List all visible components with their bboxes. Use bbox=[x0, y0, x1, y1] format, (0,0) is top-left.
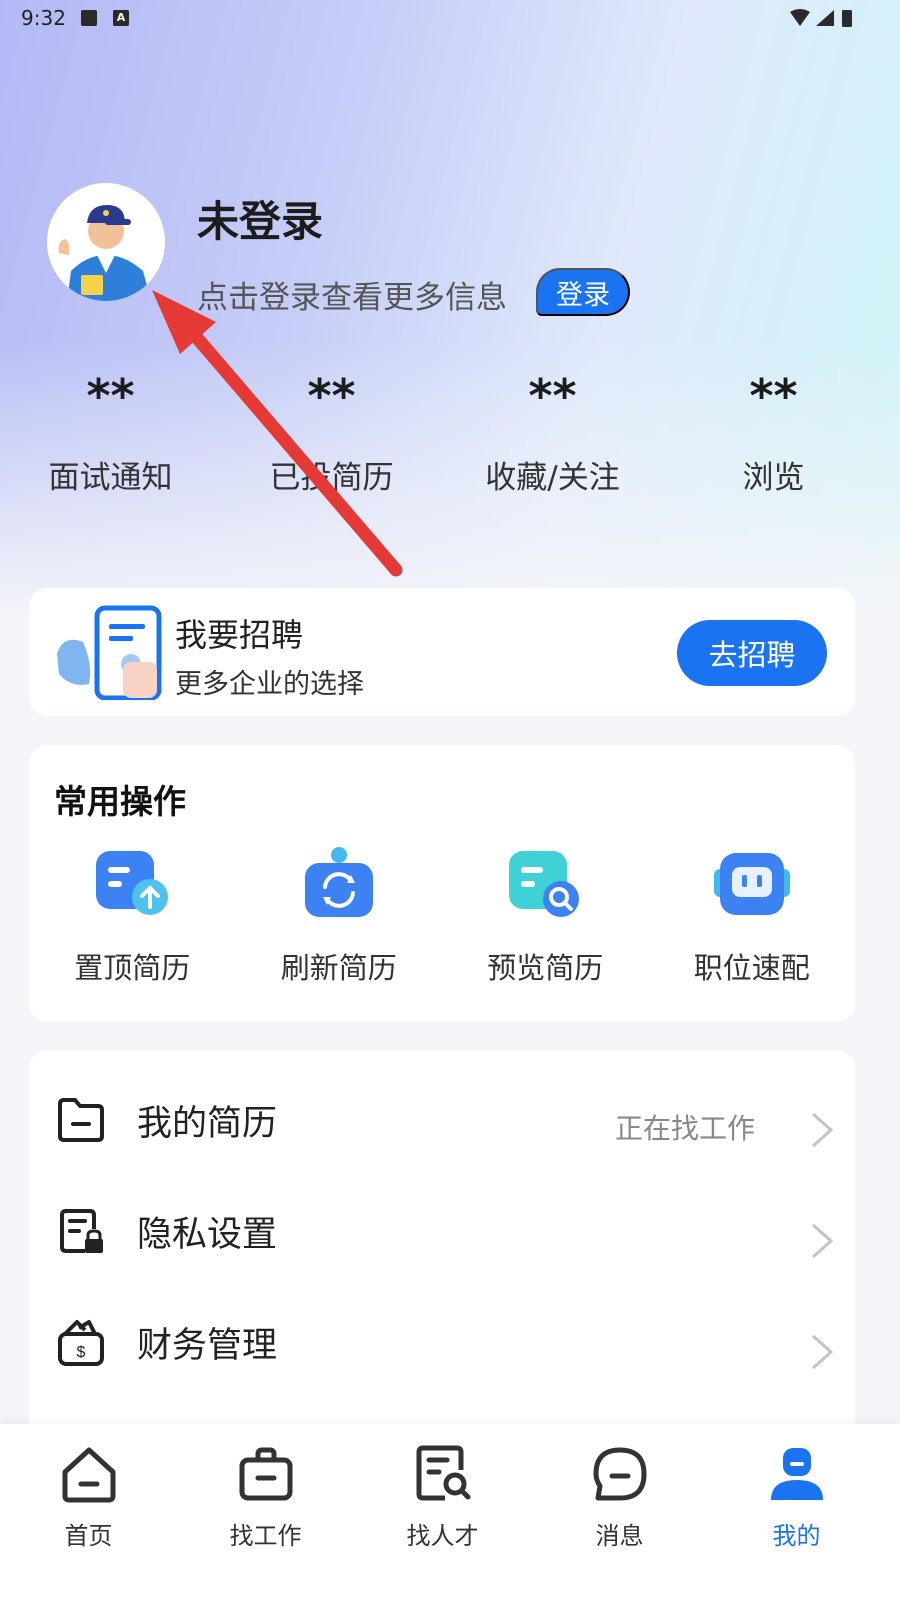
bottom-nav: 首页 找工作 找人才 消息 我的 bbox=[0, 1424, 900, 1600]
folder-icon bbox=[58, 1098, 104, 1142]
message-icon bbox=[593, 1447, 646, 1501]
op-refresh-resume[interactable]: 刷新简历 bbox=[236, 845, 443, 987]
stat-views[interactable]: ** 浏览 bbox=[663, 360, 884, 500]
login-hint[interactable]: 点击登录查看更多信息 bbox=[197, 272, 507, 317]
svg-text:$: $ bbox=[77, 1344, 86, 1361]
nav-label: 首页 bbox=[64, 1522, 113, 1550]
stats-row: ** 面试通知 ** 已投简历 ** 收藏/关注 ** 浏览 bbox=[0, 360, 900, 500]
menu-item-my-resume[interactable]: 我的简历 正在找工作 bbox=[29, 1064, 855, 1174]
menu-item-finance[interactable]: $ 财务管理 bbox=[29, 1286, 855, 1396]
nav-label: 我的 bbox=[772, 1522, 821, 1550]
stat-interview[interactable]: ** 面试通知 bbox=[0, 360, 221, 500]
stat-favorites[interactable]: ** 收藏/关注 bbox=[442, 360, 663, 500]
gallery-icon bbox=[81, 10, 97, 26]
stat-value: ** bbox=[749, 369, 798, 423]
op-job-match[interactable]: 职位速配 bbox=[649, 845, 856, 987]
stat-label: 已投简历 bbox=[269, 460, 394, 496]
resume-status: 正在找工作 bbox=[614, 1112, 755, 1145]
briefcase-icon bbox=[239, 1447, 292, 1501]
nav-label: 找人才 bbox=[406, 1522, 479, 1550]
font-icon: A bbox=[113, 10, 129, 26]
nav-find-talent[interactable]: 找人才 bbox=[354, 1424, 531, 1600]
common-ops-card: 常用操作 置顶简历 刷新简历 预览简历 职位速配 bbox=[29, 745, 855, 1022]
op-label: 刷新简历 bbox=[280, 951, 397, 985]
chevron-right-icon bbox=[812, 1334, 834, 1370]
stat-value: ** bbox=[86, 369, 135, 423]
op-label: 置顶简历 bbox=[74, 951, 191, 985]
nav-mine[interactable]: 我的 bbox=[708, 1424, 885, 1600]
stat-label: 浏览 bbox=[742, 460, 805, 496]
chevron-right-icon bbox=[812, 1223, 834, 1259]
stat-value: ** bbox=[307, 369, 356, 423]
chevron-right-icon bbox=[812, 1112, 834, 1148]
menu-label: 财务管理 bbox=[137, 1326, 278, 1366]
menu-item-privacy[interactable]: 隐私设置 bbox=[29, 1175, 855, 1285]
worker-avatar-icon bbox=[47, 183, 165, 301]
recruit-card[interactable]: 我要招聘 更多企业的选择 去招聘 bbox=[29, 588, 855, 716]
go-recruit-button[interactable]: 去招聘 bbox=[677, 620, 827, 686]
stat-label: 收藏/关注 bbox=[485, 460, 620, 496]
refresh-resume-icon bbox=[304, 847, 373, 917]
login-button[interactable]: 登录 bbox=[536, 268, 630, 316]
profile-icon bbox=[770, 1448, 823, 1500]
nav-label: 消息 bbox=[595, 1522, 644, 1550]
talent-search-icon bbox=[416, 1445, 470, 1501]
status-icons bbox=[790, 9, 852, 27]
recruit-subtitle: 更多企业的选择 bbox=[175, 669, 364, 700]
wifi-icon bbox=[790, 9, 810, 26]
status-time: 9:32 bbox=[21, 6, 66, 30]
wallet-icon: $ bbox=[58, 1320, 104, 1366]
op-label: 职位速配 bbox=[693, 951, 810, 985]
privacy-lock-icon bbox=[60, 1209, 103, 1253]
nav-label: 找工作 bbox=[229, 1522, 302, 1550]
nav-find-job[interactable]: 找工作 bbox=[177, 1424, 354, 1600]
avatar[interactable] bbox=[47, 183, 165, 301]
nav-home[interactable]: 首页 bbox=[0, 1424, 177, 1600]
signal-icon bbox=[816, 10, 834, 26]
ops-row: 置顶简历 刷新简历 预览简历 职位速配 bbox=[29, 845, 855, 987]
ops-title: 常用操作 bbox=[54, 782, 186, 821]
op-label: 预览简历 bbox=[487, 951, 604, 985]
status-bar: 9:32 A bbox=[0, 0, 900, 38]
resume-top-icon bbox=[96, 851, 169, 915]
recruit-title: 我要招聘 bbox=[175, 616, 304, 654]
menu-card: 我的简历 正在找工作 隐私设置 $ 财务管理 bbox=[29, 1050, 855, 1450]
preview-resume-icon bbox=[509, 851, 580, 917]
home-icon bbox=[62, 1447, 115, 1503]
menu-label: 隐私设置 bbox=[137, 1215, 278, 1255]
stat-applied[interactable]: ** 已投简历 bbox=[221, 360, 442, 500]
profile-name[interactable]: 未登录 bbox=[197, 188, 323, 249]
battery-icon bbox=[842, 10, 852, 27]
op-preview-resume[interactable]: 预览简历 bbox=[442, 845, 649, 987]
nav-messages[interactable]: 消息 bbox=[531, 1424, 708, 1600]
job-match-icon bbox=[713, 853, 790, 915]
op-pin-resume[interactable]: 置顶简历 bbox=[29, 845, 236, 987]
stat-label: 面试通知 bbox=[48, 460, 173, 496]
menu-label: 我的简历 bbox=[137, 1104, 278, 1144]
phone-hand-icon bbox=[57, 605, 162, 700]
stat-value: ** bbox=[528, 369, 577, 423]
